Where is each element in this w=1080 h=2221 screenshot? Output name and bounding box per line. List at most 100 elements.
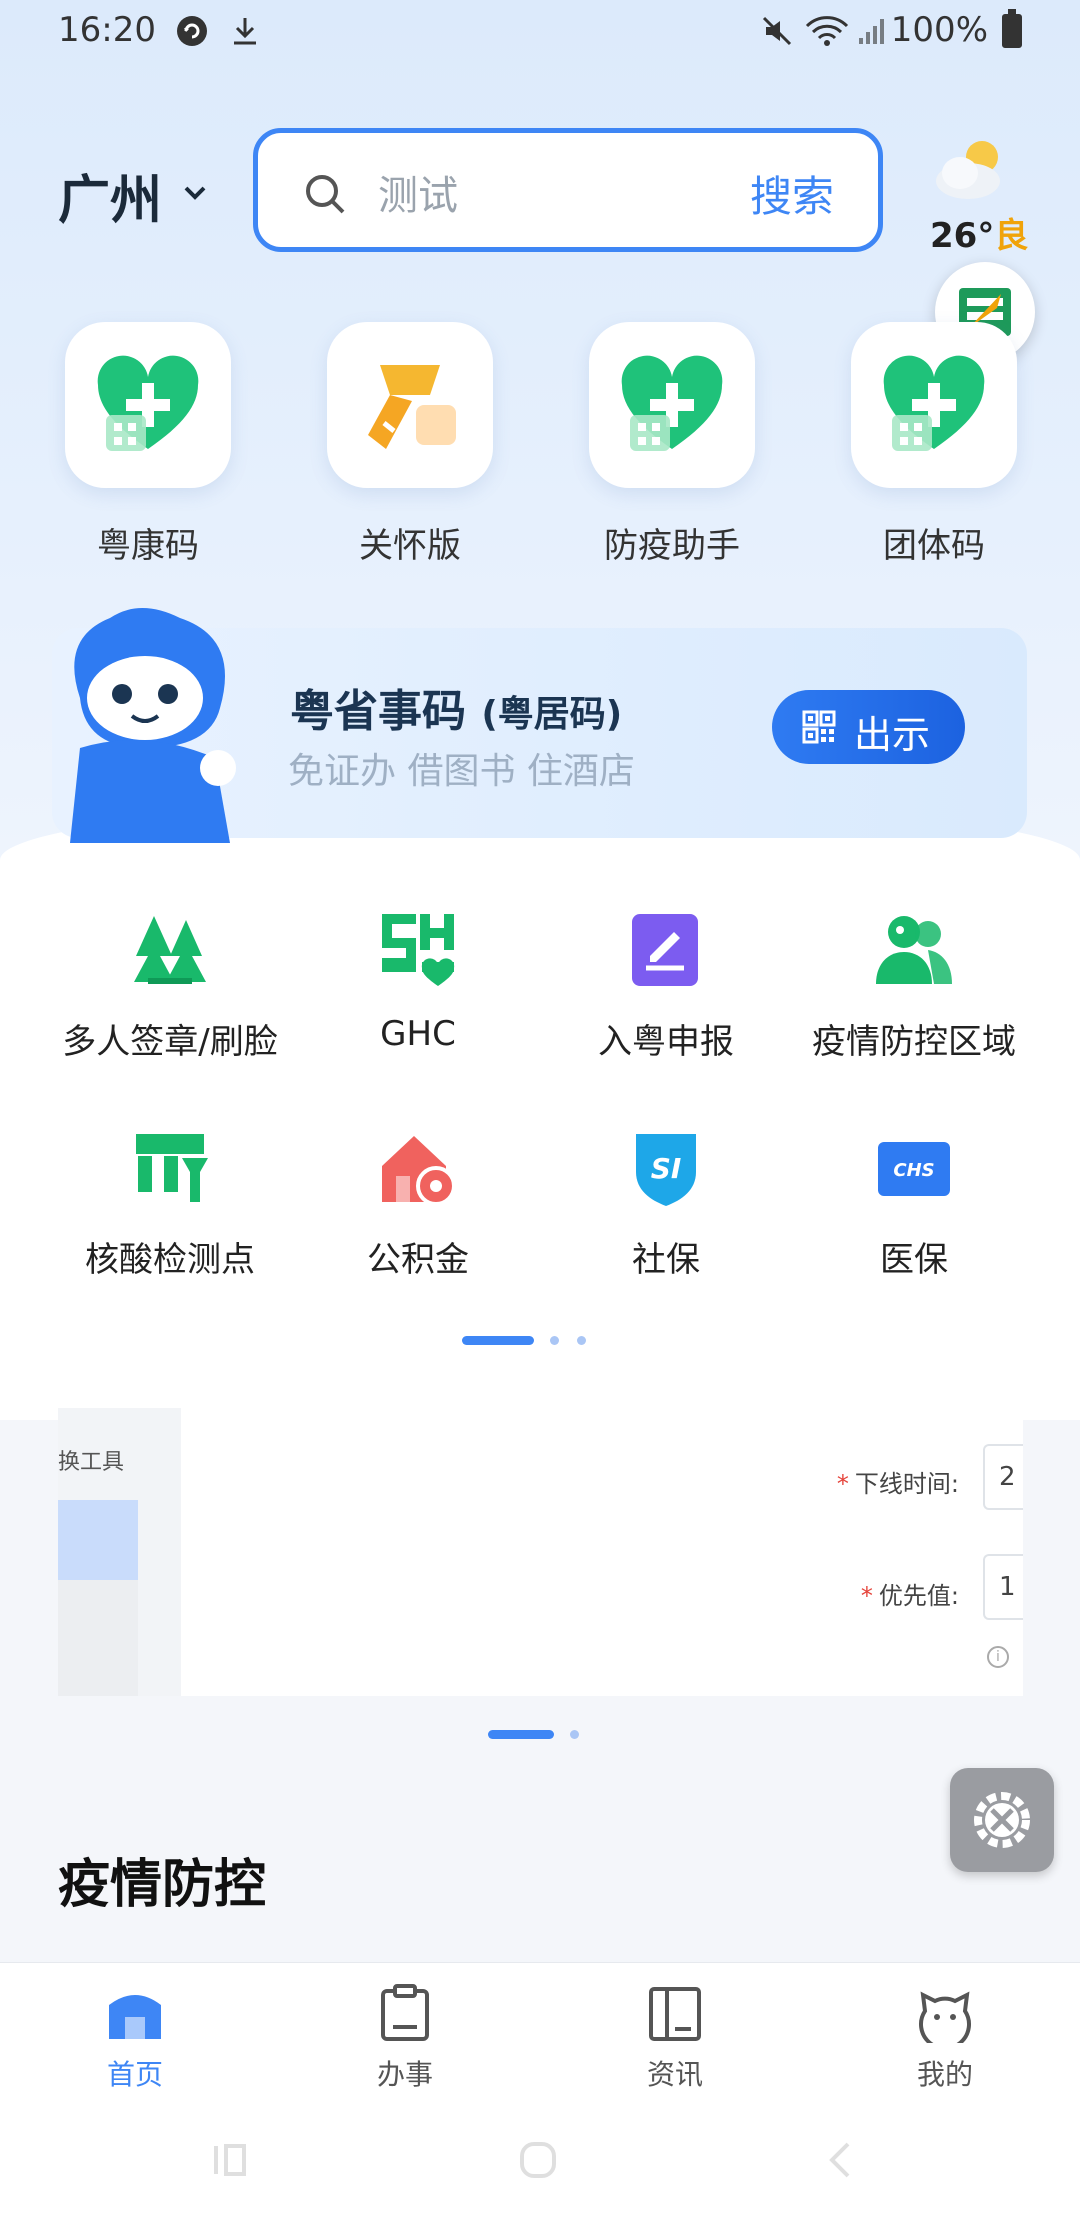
chevron-down-icon[interactable] [180,178,210,208]
test-point-icon [136,1134,208,1202]
service-label: GHC [380,1014,456,1054]
service-multi-sign[interactable]: 多人签章/刷脸 [45,910,295,1063]
quick-app-label: 防疫助手 [604,526,740,566]
embedded-highlight-block [58,1500,138,1580]
quick-app-health-code[interactable]: 粤康码 [63,322,233,567]
quick-app-label: 粤康码 [97,526,199,566]
pager-dot[interactable] [550,1336,559,1345]
svg-text:CHS: CHS [893,1160,934,1181]
nav-label: 资讯 [646,2058,703,2091]
medical-insurance-icon: CHS [878,1142,950,1196]
search-icon [306,175,345,214]
back-icon[interactable] [820,2140,860,2180]
news-book-icon [649,1987,701,2041]
field-label: 下线时间: [854,1470,959,1498]
battery-percent: 100% [890,10,988,50]
required-mark: * [836,1470,849,1498]
search-bar[interactable]: 测试 搜索 [253,128,883,252]
embedded-input-offline-time: 2 [983,1444,1023,1510]
banner-subtitle: 免证办 借图书 住酒店 [288,751,635,792]
promo-carousel-card[interactable]: 换工具 * 下线时间: 2 * 优先值: 1 i [58,1408,1023,1696]
edit-declare-icon [632,914,698,986]
banner-title-main: 粤省事码 [290,686,466,737]
pager-dot-active[interactable] [488,1730,554,1739]
service-label: 社保 [632,1240,700,1280]
temperature-value: 26° [930,216,995,256]
clipboard-icon [381,1984,429,2041]
quick-app-epidemic-assistant[interactable]: 防疫助手 [587,322,757,567]
mascot-icon [70,608,236,843]
pager-dot[interactable] [570,1730,579,1739]
service-label: 核酸检测点 [85,1240,255,1280]
required-mark: * [860,1582,873,1610]
service-medical-insurance[interactable]: CHS 医保 [789,1128,1039,1281]
profile-face-icon [919,1991,971,2051]
banner-title: 粤省事码 (粤居码) [290,675,622,739]
nav-services[interactable]: 办事 [270,1963,540,2093]
pager-dot[interactable] [577,1336,586,1345]
nav-home[interactable]: 首页 [0,1963,270,2093]
home-system-icon[interactable] [518,2140,558,2180]
svg-text:SI: SI [651,1152,682,1185]
download-icon [234,18,256,45]
service-label: 公积金 [367,1240,469,1280]
home-icon [109,1995,161,2039]
quick-app-care-version[interactable]: 关怀版 [325,322,495,567]
air-quality-badge: 良 [994,216,1029,256]
quick-app-tile [589,322,755,488]
ghc-icon [382,914,455,986]
embedded-gray-block [58,1580,138,1696]
city-selector[interactable]: 广州 [58,158,162,233]
signal-icon [859,19,884,44]
service-label: 疫情防控区域 [812,1022,1016,1062]
green-heart-health-code-icon [883,355,985,451]
quick-app-tile [65,322,231,488]
embedded-sidebar: 换工具 [58,1408,181,1696]
embedded-field-priority: * 优先值: [861,1576,959,1611]
quick-app-label: 团体码 [883,526,985,566]
search-button[interactable]: 搜索 [750,163,834,224]
weather-cloud-sun-icon[interactable] [930,135,1010,205]
service-control-area[interactable]: 疫情防控区域 [789,910,1039,1063]
quick-app-label: 关怀版 [359,526,461,566]
status-time: 16:20 [58,10,156,50]
field-label: 优先值: [878,1582,959,1610]
orange-scarf-care-icon [368,365,456,449]
service-label: 医保 [880,1240,948,1280]
embedded-field-offline-time: * 下线时间: [837,1464,959,1499]
people-area-icon [876,916,952,984]
service-ghc[interactable]: GHC [293,910,543,1054]
battery-icon [1002,9,1022,48]
gear-tools-icon [974,1792,1030,1848]
service-label: 多人签章/刷脸 [62,1022,278,1062]
content-background [0,800,1080,1420]
service-guangdong-declare[interactable]: 入粤申报 [541,910,791,1063]
banner-title-suffix: (粤居码) [481,694,623,735]
weather-temperature[interactable]: 26°良 [930,208,1028,257]
bottom-navigation: 首页 办事 资讯 我的 [0,1962,1080,2221]
status-bar: 16:20 100% [0,0,1080,64]
tree-group-icon [134,916,206,984]
nav-label: 我的 [916,2058,973,2091]
embedded-input-priority: 1 [983,1554,1023,1620]
pager-dot-active[interactable] [462,1336,534,1345]
settings-floating-button[interactable] [950,1768,1054,1872]
service-housing-fund[interactable]: 公积金 [293,1128,543,1281]
service-social-security[interactable]: SI 社保 [541,1128,791,1281]
recent-apps-icon[interactable] [210,2140,250,2180]
service-label: 入粤申报 [598,1022,734,1062]
nav-label: 办事 [376,2058,433,2091]
quick-app-tile [327,322,493,488]
section-title-epidemic: 疫情防控 [58,1855,267,1915]
nav-news[interactable]: 资讯 [540,1963,810,2093]
service-test-point[interactable]: 核酸检测点 [45,1128,295,1281]
quick-app-group-code[interactable]: 团体码 [849,322,1019,567]
embedded-sidebar-text: 换工具 [58,1450,125,1475]
search-input[interactable]: 测试 [378,163,458,221]
nav-profile[interactable]: 我的 [810,1963,1080,2093]
social-security-icon: SI [636,1134,696,1206]
housing-fund-icon [382,1136,456,1206]
show-code-button[interactable]: 出示 [772,690,965,764]
wifi-icon [805,16,849,46]
green-heart-health-code-icon [97,355,199,451]
